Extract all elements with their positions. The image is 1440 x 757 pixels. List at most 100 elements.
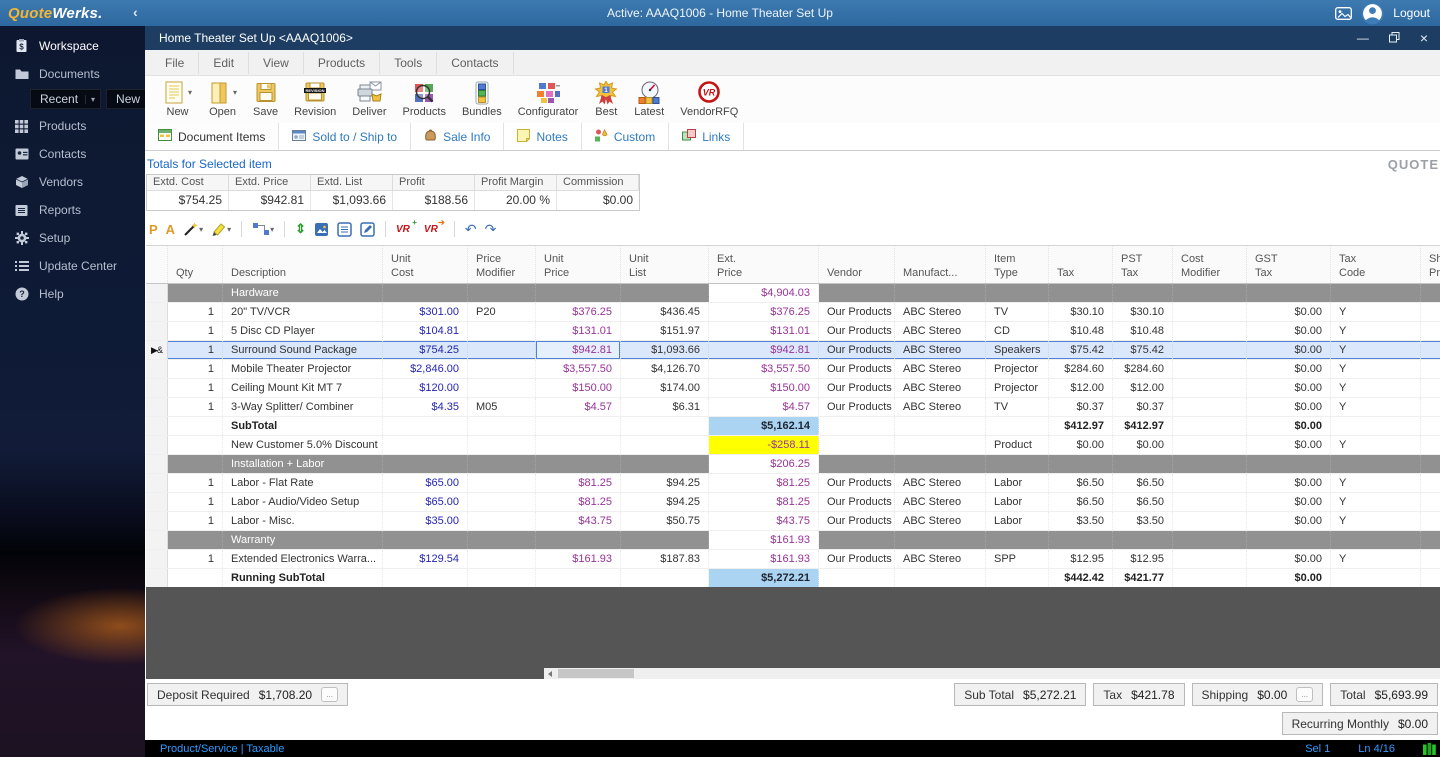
menu-edit[interactable]: Edit: [199, 52, 249, 74]
grid-cell-marker[interactable]: [146, 531, 168, 549]
grid-cell-ext_price[interactable]: $43.75: [709, 512, 819, 530]
grid-cell-description[interactable]: Surround Sound Package: [223, 341, 383, 359]
grid-cell-unit_cost[interactable]: $65.00: [383, 474, 468, 492]
grid-cell-unit_price[interactable]: $150.00: [536, 379, 621, 397]
grid-row[interactable]: 120" TV/VCR$301.00P20$376.25$436.45$376.…: [146, 303, 1440, 322]
grid-cell-vendor[interactable]: Our Products: [819, 341, 895, 359]
grid-cell-tax[interactable]: [1049, 455, 1113, 473]
grid-cell-marker[interactable]: [146, 398, 168, 416]
grid-cell-item_type[interactable]: [986, 569, 1049, 587]
grid-cell-price_modifier[interactable]: [468, 512, 536, 530]
attributes-button[interactable]: A: [166, 222, 175, 237]
grid-cell-unit_cost[interactable]: [383, 455, 468, 473]
grid-cell-tax[interactable]: $442.42: [1049, 569, 1113, 587]
grid-cell-description[interactable]: Extended Electronics Warra...: [223, 550, 383, 568]
grid-cell-cost_modifier[interactable]: [1173, 550, 1247, 568]
grid-cell-tax_code[interactable]: Y: [1331, 322, 1421, 340]
grid-cell-cost_modifier[interactable]: [1173, 569, 1247, 587]
grid-cell-item_type[interactable]: [986, 284, 1049, 302]
paste-special-icon[interactable]: [314, 222, 329, 237]
grid-cell-pst_tax[interactable]: $0.00: [1113, 436, 1173, 454]
deposit-more-button[interactable]: ...: [321, 687, 338, 702]
grid-cell-price_modifier[interactable]: [468, 493, 536, 511]
grid-row[interactable]: 1Labor - Flat Rate$65.00$81.25$94.25$81.…: [146, 474, 1440, 493]
toolbar-button-open[interactable]: ▾Open: [200, 79, 245, 118]
grid-cell-description[interactable]: 3-Way Splitter/ Combiner: [223, 398, 383, 416]
grid-cell-qty[interactable]: 1: [168, 341, 223, 359]
grid-cell-description[interactable]: SubTotal: [223, 417, 383, 435]
grid-cell-gst_tax[interactable]: $0.00: [1247, 550, 1331, 568]
column-header-unit_price[interactable]: UnitPrice: [536, 246, 621, 283]
toolbar-button-vendorrfq[interactable]: VRVendorRFQ: [672, 79, 746, 118]
grid-cell-tax[interactable]: $3.50: [1049, 512, 1113, 530]
grid-cell-ship_price[interactable]: [1421, 379, 1440, 397]
grid-cell-manufacturer[interactable]: [895, 417, 986, 435]
user-avatar[interactable]: [1361, 2, 1384, 25]
grid-cell-tax_code[interactable]: [1331, 417, 1421, 435]
grid-cell-pst_tax[interactable]: $6.50: [1113, 493, 1173, 511]
toolbar-button-products[interactable]: Products: [395, 79, 454, 118]
grid-cell-qty[interactable]: 1: [168, 493, 223, 511]
grid-cell-item_type[interactable]: Labor: [986, 512, 1049, 530]
grid-cell-unit_price[interactable]: [536, 284, 621, 302]
grid-cell-manufacturer[interactable]: ABC Stereo: [895, 322, 986, 340]
grid-cell-manufacturer[interactable]: ABC Stereo: [895, 398, 986, 416]
grid-cell-vendor[interactable]: Our Products: [819, 322, 895, 340]
grid-cell-ship_price[interactable]: [1421, 360, 1440, 378]
grid-cell-marker[interactable]: [146, 512, 168, 530]
grid-cell-item_type[interactable]: CD: [986, 322, 1049, 340]
grid-cell-unit_price[interactable]: [536, 455, 621, 473]
sidebar-item-reports[interactable]: Reports: [0, 196, 145, 224]
grid-cell-manufacturer[interactable]: [895, 531, 986, 549]
column-header-vendor[interactable]: Vendor: [819, 246, 895, 283]
grid-cell-price_modifier[interactable]: [468, 284, 536, 302]
sidebar-item-help[interactable]: ?Help: [0, 280, 145, 308]
column-header-gst_tax[interactable]: GSTTax: [1247, 246, 1331, 283]
grid-cell-pst_tax[interactable]: $12.95: [1113, 550, 1173, 568]
grid-cell-tax[interactable]: $0.00: [1049, 436, 1113, 454]
grid-cell-unit_cost[interactable]: [383, 417, 468, 435]
grid-cell-manufacturer[interactable]: ABC Stereo: [895, 341, 986, 359]
grid-cell-qty[interactable]: [168, 531, 223, 549]
grid-cell-ext_price[interactable]: $5,162.14: [709, 417, 819, 435]
picture-icon[interactable]: [1335, 7, 1352, 20]
grid-cell-pst_tax[interactable]: $412.97: [1113, 417, 1173, 435]
grid-cell-marker[interactable]: [146, 493, 168, 511]
grid-cell-price_modifier[interactable]: [468, 569, 536, 587]
grid-cell-cost_modifier[interactable]: [1173, 417, 1247, 435]
grid-cell-tax_code[interactable]: [1331, 284, 1421, 302]
grid-cell-tax_code[interactable]: Y: [1331, 493, 1421, 511]
grid-cell-manufacturer[interactable]: ABC Stereo: [895, 493, 986, 511]
grid-cell-marker[interactable]: [146, 455, 168, 473]
grid-cell-unit_list[interactable]: $94.25: [621, 474, 709, 492]
grid-cell-gst_tax[interactable]: [1247, 531, 1331, 549]
menu-products[interactable]: Products: [304, 52, 380, 74]
grid-cell-cost_modifier[interactable]: [1173, 379, 1247, 397]
grid-cell-pst_tax[interactable]: $10.48: [1113, 322, 1173, 340]
grid-cell-ext_price[interactable]: $131.01: [709, 322, 819, 340]
grid-cell-unit_cost[interactable]: $4.35: [383, 398, 468, 416]
shipping-more-button[interactable]: ...: [1296, 687, 1313, 702]
grid-cell-gst_tax[interactable]: $0.00: [1247, 417, 1331, 435]
grid-cell-vendor[interactable]: [819, 531, 895, 549]
column-header-tax_code[interactable]: TaxCode: [1331, 246, 1421, 283]
grid-cell-tax[interactable]: $284.60: [1049, 360, 1113, 378]
grid-cell-cost_modifier[interactable]: [1173, 455, 1247, 473]
sidebar-button-recent[interactable]: Recent▾: [30, 89, 101, 109]
grid-cell-vendor[interactable]: [819, 569, 895, 587]
grid-cell-gst_tax[interactable]: $0.00: [1247, 322, 1331, 340]
grid-cell-unit_price[interactable]: $131.01: [536, 322, 621, 340]
grid-cell-ship_price[interactable]: [1421, 417, 1440, 435]
toolbar-button-deliver[interactable]: Deliver: [344, 79, 394, 118]
grid-cell-item_type[interactable]: TV: [986, 303, 1049, 321]
grid-cell-cost_modifier[interactable]: [1173, 531, 1247, 549]
grid-cell-price_modifier[interactable]: [468, 341, 536, 359]
grid-cell-qty[interactable]: 1: [168, 303, 223, 321]
grid-cell-unit_list[interactable]: [621, 417, 709, 435]
grid-cell-tax_code[interactable]: Y: [1331, 379, 1421, 397]
grid-cell-unit_list[interactable]: [621, 436, 709, 454]
grid-cell-item_type[interactable]: TV: [986, 398, 1049, 416]
grid-cell-tax_code[interactable]: Y: [1331, 550, 1421, 568]
grid-row[interactable]: Warranty$161.93: [146, 531, 1440, 550]
grid-row[interactable]: Hardware$4,904.03: [146, 284, 1440, 303]
